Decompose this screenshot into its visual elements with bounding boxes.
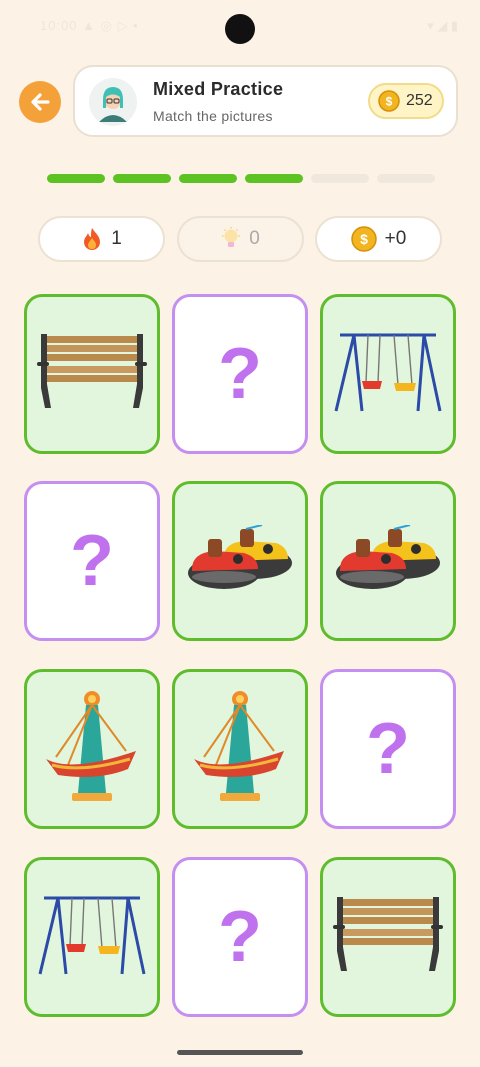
hidden-card[interactable]: ? <box>320 669 456 829</box>
progress-bar <box>47 174 435 183</box>
bench-icon <box>333 895 443 980</box>
progress-segment <box>113 174 171 183</box>
pirate-ship-ride-icon <box>190 689 290 810</box>
matched-card-swing[interactable] <box>24 857 160 1017</box>
hidden-card[interactable]: ? <box>24 481 160 641</box>
home-indicator[interactable] <box>177 1050 303 1055</box>
avatar <box>89 78 137 126</box>
progress-segment <box>47 174 105 183</box>
back-button[interactable] <box>19 81 61 123</box>
status-right: ▾ ◢ ▮ <box>427 18 458 33</box>
progress-segment <box>311 174 369 183</box>
coin-balance: $ 252 <box>368 83 444 119</box>
progress-segment <box>245 174 303 183</box>
swing-icon <box>36 892 148 983</box>
bonus-count: +0 <box>384 228 407 249</box>
matched-card-swing[interactable] <box>320 294 456 454</box>
progress-segment <box>377 174 435 183</box>
svg-text:$: $ <box>386 95 393 109</box>
bumper-cars-icon <box>332 523 444 598</box>
matched-card-pirate-ship-ride[interactable] <box>172 669 308 829</box>
page-subtitle: Match the pictures <box>153 108 273 124</box>
question-mark: ? <box>218 897 262 977</box>
swing-icon <box>332 329 444 420</box>
bumper-cars-icon <box>184 523 296 598</box>
question-mark: ? <box>70 521 114 601</box>
hint-stat[interactable]: 0 <box>177 216 304 262</box>
status-left: 10:00 ▲ ◎ ▷ • <box>40 18 139 33</box>
streak-stat: 1 <box>38 216 165 262</box>
matched-card-bumper-cars[interactable] <box>172 481 308 641</box>
question-mark: ? <box>366 709 410 789</box>
coin-icon: $ <box>378 90 400 112</box>
pirate-ship-ride-icon <box>42 689 142 810</box>
header-card: Mixed Practice Match the pictures $ 252 <box>73 65 458 137</box>
camera-cutout <box>225 14 255 44</box>
fire-icon <box>84 228 101 250</box>
hidden-card[interactable]: ? <box>172 857 308 1017</box>
hidden-card[interactable]: ? <box>172 294 308 454</box>
svg-text:$: $ <box>360 231 368 247</box>
question-mark: ? <box>218 334 262 414</box>
coin-count: 252 <box>406 92 433 109</box>
page-title: Mixed Practice <box>153 79 284 99</box>
hint-count: 0 <box>249 228 260 249</box>
bonus-stat: $ +0 <box>315 216 442 262</box>
matched-card-bumper-cars[interactable] <box>320 481 456 641</box>
bench-icon <box>37 332 147 417</box>
status-bar: 10:00 ▲ ◎ ▷ • ▾ ◢ ▮ <box>0 0 480 48</box>
lightbulb-icon <box>222 227 241 247</box>
matched-card-pirate-ship-ride[interactable] <box>24 669 160 829</box>
matched-card-bench[interactable] <box>320 857 456 1017</box>
streak-count: 1 <box>111 228 122 249</box>
matched-card-bench[interactable] <box>24 294 160 454</box>
progress-segment <box>179 174 237 183</box>
arrow-left-icon <box>31 93 50 111</box>
coin-icon: $ <box>350 226 377 252</box>
